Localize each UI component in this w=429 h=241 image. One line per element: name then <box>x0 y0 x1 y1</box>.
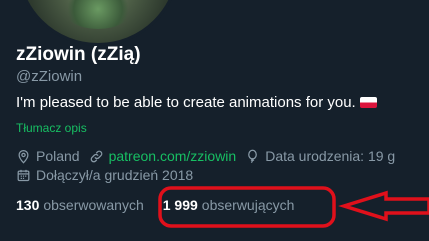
link-icon <box>90 150 102 162</box>
follow-stats: 130 obserwowanych 1 999 obserwujących <box>16 197 313 213</box>
location-pin-icon <box>18 149 29 164</box>
bio: I'm pleased to be able to create animati… <box>16 94 377 111</box>
joined-text: Dołączył/a grudzień 2018 <box>36 167 194 183</box>
calendar-icon <box>17 169 30 181</box>
followers-label: obserwujących <box>201 197 295 213</box>
arrow-icon <box>338 190 429 222</box>
followers-count: 1 999 <box>162 197 198 213</box>
following-label: obserwowanych <box>43 197 144 213</box>
handle: @zZiowin <box>16 68 83 85</box>
birth-date-text: Data urodzenia: 19 g <box>265 148 396 164</box>
joined-row: Dołączył/a grudzień 2018 <box>16 167 202 183</box>
flag-poland-icon <box>359 97 377 108</box>
display-name: zZiowin (zZią) <box>16 44 141 65</box>
avatar[interactable] <box>16 0 180 46</box>
website-link[interactable]: patreon.com/zziowin <box>109 148 237 164</box>
location-text: Poland <box>36 148 80 164</box>
website[interactable]: patreon.com/zziowin <box>89 148 237 164</box>
location: Poland <box>16 148 80 164</box>
followers-link[interactable]: 1 999 obserwujących <box>163 197 295 213</box>
balloon-icon <box>248 149 258 163</box>
birth-date: Data urodzenia: 19 g <box>245 148 395 164</box>
bio-text: I'm pleased to be able to create animati… <box>16 94 356 111</box>
translate-bio-link[interactable]: Tłumacz opis <box>16 121 87 135</box>
joined-date: Dołączył/a grudzień 2018 <box>16 167 193 183</box>
following-link[interactable]: 130 obserwowanych <box>16 197 144 213</box>
following-count: 130 <box>16 197 40 213</box>
profile-meta-row: Poland patreon.com/zziowin Data urodzeni… <box>16 148 404 164</box>
